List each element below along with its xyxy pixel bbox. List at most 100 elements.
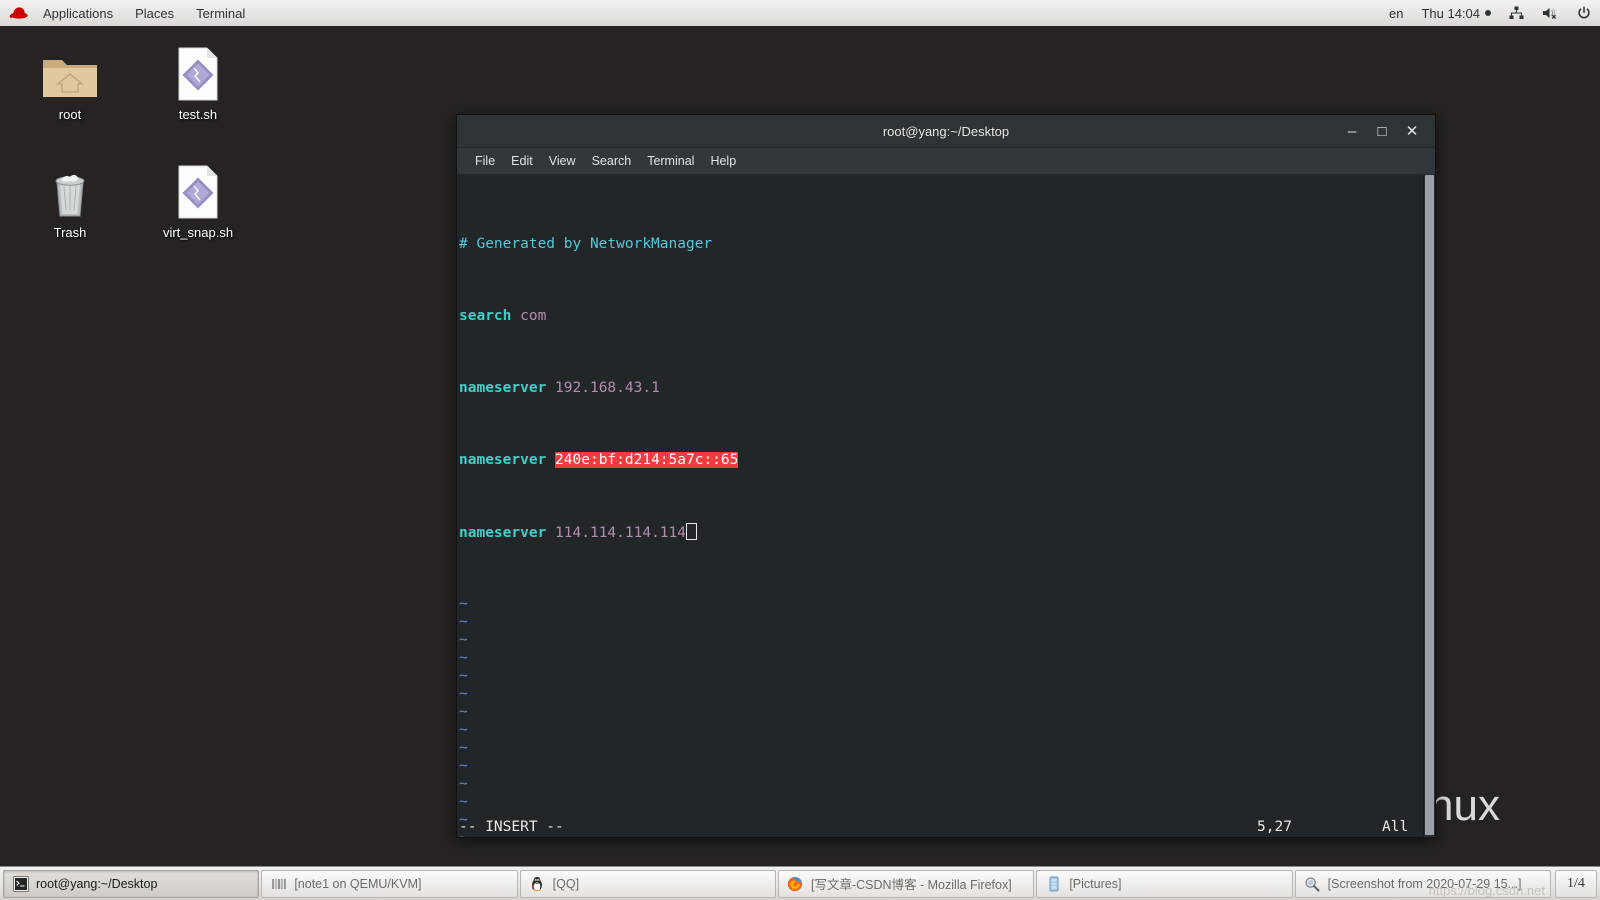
vm-icon: [270, 875, 287, 892]
terminal-menubar: File Edit View Search Terminal Help: [457, 148, 1435, 175]
tilde-marker: ~: [459, 668, 468, 684]
taskbar-item-screenshot[interactable]: [Screenshot from 2020-07-29 15...]: [1294, 869, 1551, 898]
editor-key: nameserver: [459, 380, 547, 396]
menu-edit[interactable]: Edit: [503, 150, 541, 172]
vim-editor-content[interactable]: # Generated by NetworkManager search com…: [457, 175, 1423, 837]
window-controls: – □ ✕: [1337, 116, 1435, 146]
vim-empty-line: ~: [459, 595, 1423, 613]
tilde-marker: ~: [459, 596, 468, 612]
firefox-icon: [787, 875, 804, 892]
desktop-icon-test-sh-label: test.sh: [178, 107, 218, 122]
tilde-marker: ~: [459, 632, 468, 648]
menu-file[interactable]: File: [467, 150, 503, 172]
editor-key: search: [459, 308, 512, 324]
maximize-button[interactable]: □: [1367, 116, 1397, 146]
vim-scroll-position: All: [1382, 819, 1409, 835]
editor-line: search com: [459, 307, 1423, 325]
desktop-icon-root[interactable]: root: [22, 40, 118, 122]
menu-applications[interactable]: Applications: [32, 0, 124, 26]
tilde-marker: ~: [459, 776, 468, 792]
terminal-body[interactable]: # Generated by NetworkManager search com…: [457, 175, 1435, 837]
network-icon[interactable]: [1500, 0, 1533, 26]
taskbar-item-firefox-label: [写文章-CSDN博客 - Mozilla Firefox]: [810, 878, 1012, 892]
close-button[interactable]: ✕: [1397, 116, 1427, 146]
terminal-window[interactable]: root@yang:~/Desktop – □ ✕ File Edit View…: [456, 114, 1436, 838]
vim-empty-line: ~: [459, 739, 1423, 757]
vim-empty-line: ~: [459, 775, 1423, 793]
workspace-indicator-label: 1/4: [1567, 875, 1585, 891]
desktop-icon-test-sh[interactable]: test.sh: [150, 40, 246, 122]
menu-terminal[interactable]: Terminal: [639, 150, 702, 172]
terminal-titlebar[interactable]: root@yang:~/Desktop – □ ✕: [457, 115, 1435, 148]
menu-terminal[interactable]: Terminal: [185, 0, 256, 26]
editor-key: nameserver: [459, 525, 547, 541]
taskbar-item-qq[interactable]: [QQ]: [519, 869, 776, 898]
calendar-dot-icon: [1485, 10, 1491, 16]
tilde-marker: ~: [459, 650, 468, 666]
redhat-logo-icon[interactable]: [8, 3, 30, 23]
home-folder-icon: [22, 40, 118, 102]
terminal-title: root@yang:~/Desktop: [882, 123, 1010, 139]
tilde-marker: ~: [459, 740, 468, 756]
workspace-indicator[interactable]: 1/4: [1554, 869, 1597, 898]
menu-view[interactable]: View: [541, 150, 584, 172]
editor-line-highlighted: nameserver 240e:bf:d214:5a7c::65: [459, 451, 1423, 469]
minimize-button[interactable]: –: [1337, 116, 1367, 146]
menu-places[interactable]: Places: [124, 0, 185, 26]
editor-value-highlighted: 240e:bf:d214:5a7c::65: [555, 452, 739, 468]
taskbar-item-firefox[interactable]: [写文章-CSDN博客 - Mozilla Firefox]: [777, 869, 1035, 898]
top-panel: Applications Places Terminal en Thu 14:0…: [0, 0, 1600, 27]
vim-status-line: -- INSERT -- 5,27 All: [457, 817, 1435, 837]
clock[interactable]: Thu 14:04: [1412, 0, 1500, 26]
vim-empty-line: ~: [459, 703, 1423, 721]
taskbar: root@yang:~/Desktop [note1 on QEMU/KVM]: [0, 866, 1600, 900]
menu-applications-label: Applications: [43, 5, 114, 21]
tilde-marker: ~: [459, 614, 468, 630]
tilde-marker: ~: [459, 794, 468, 810]
script-file-icon: [150, 40, 246, 102]
vim-empty-line: ~: [459, 721, 1423, 739]
power-icon[interactable]: [1568, 0, 1600, 26]
menu-search[interactable]: Search: [584, 150, 640, 172]
menu-help[interactable]: Help: [702, 150, 744, 172]
tilde-marker: ~: [459, 686, 468, 702]
taskbar-item-qq-label: [QQ]: [552, 876, 580, 891]
editor-line: nameserver 192.168.43.1: [459, 379, 1423, 397]
keyboard-layout-indicator[interactable]: en: [1380, 0, 1412, 26]
taskbar-item-vm[interactable]: [note1 on QEMU/KVM]: [261, 869, 518, 898]
taskbar-item-terminal-label: root@yang:~/Desktop: [36, 876, 158, 891]
taskbar-item-pictures[interactable]: [Pictures]: [1036, 869, 1293, 898]
editor-comment: # Generated by NetworkManager: [459, 236, 713, 252]
penguin-icon: [529, 875, 546, 892]
editor-line: nameserver 114.114.114.114: [459, 523, 1423, 541]
terminal-icon: [12, 875, 29, 892]
desktop-icon-virt-snap-sh[interactable]: virt_snap.sh: [150, 158, 246, 240]
editor-value: 114.114.114.114: [555, 525, 686, 541]
desktop-icon-virt-snap-sh-label: virt_snap.sh: [162, 225, 234, 240]
terminal-scrollbar[interactable]: [1423, 175, 1435, 837]
tilde-marker: ~: [459, 722, 468, 738]
desktop-icon-trash[interactable]: Trash: [22, 158, 118, 240]
taskbar-item-screenshot-label: [Screenshot from 2020-07-29 15...]: [1327, 876, 1522, 891]
vim-mode-indicator: -- INSERT --: [459, 819, 564, 835]
taskbar-item-pictures-label: [Pictures]: [1069, 876, 1122, 891]
volume-muted-icon[interactable]: [1533, 0, 1568, 26]
editor-value: 192.168.43.1: [555, 380, 660, 396]
vim-empty-line: ~: [459, 649, 1423, 667]
desktop-icon-trash-label: Trash: [53, 225, 87, 240]
menu-places-label: Places: [135, 5, 175, 21]
vim-empty-line: ~: [459, 631, 1423, 649]
vim-empty-line: ~: [459, 757, 1423, 775]
scrollbar-thumb[interactable]: [1425, 175, 1434, 835]
taskbar-item-terminal[interactable]: root@yang:~/Desktop: [3, 869, 260, 898]
screenshot-icon: [1304, 875, 1321, 892]
vim-empty-lines: ~~~~~~~~~~~~~~~~~~~~~~~~~~~~~~~: [459, 595, 1423, 837]
desktop-watermark: nux: [1429, 781, 1500, 830]
vim-cursor-position: 5,27: [1257, 819, 1292, 835]
vim-empty-line: ~: [459, 613, 1423, 631]
menu-terminal-label: Terminal: [196, 5, 246, 21]
desktop-area[interactable]: nux root test.sh Trash virt_snap.sh root…: [0, 26, 1600, 866]
editor-line: # Generated by NetworkManager: [459, 235, 1423, 253]
panel-status-area: en Thu 14:04: [1380, 0, 1600, 26]
desktop-icon-root-label: root: [58, 107, 82, 122]
